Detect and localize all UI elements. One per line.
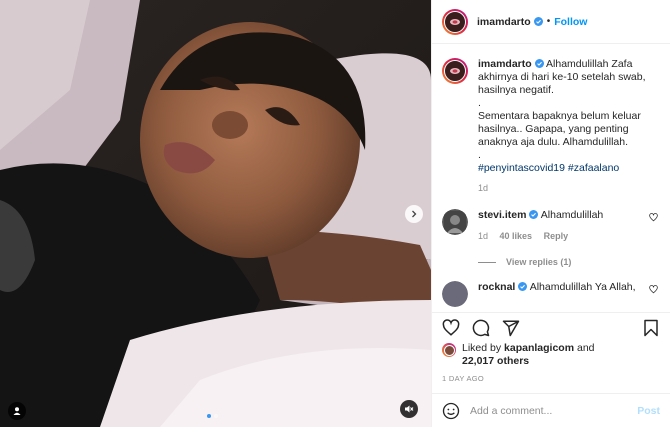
comment-age[interactable]: 1d bbox=[478, 231, 488, 241]
carousel-dot-active bbox=[207, 414, 211, 418]
avatar-photo bbox=[444, 211, 466, 233]
chevron-right-icon bbox=[412, 210, 417, 218]
follow-button[interactable]: Follow bbox=[554, 16, 587, 28]
post-side-panel: imamdarto • Follow imamdarto Alhamdulill… bbox=[431, 0, 670, 427]
comment-text: Alhamdulillah bbox=[540, 209, 604, 221]
logo-icon bbox=[450, 18, 460, 25]
share-icon bbox=[502, 320, 520, 336]
header-separator: • bbox=[546, 16, 551, 27]
carousel-dot bbox=[214, 414, 218, 418]
child-photo bbox=[0, 0, 431, 427]
post-actions bbox=[432, 312, 670, 342]
mute-icon bbox=[405, 405, 414, 413]
caption-line: Sementara bapaknya belum keluar hasilnya… bbox=[478, 110, 641, 148]
caption-line: . bbox=[478, 149, 481, 161]
emoji-button[interactable] bbox=[442, 402, 460, 420]
comment-like-heart-icon[interactable] bbox=[649, 285, 658, 294]
verified-icon bbox=[518, 282, 528, 291]
post-media[interactable] bbox=[0, 0, 431, 427]
heart-icon bbox=[442, 318, 460, 336]
commenter-avatar[interactable] bbox=[442, 209, 468, 235]
tagged-users-button[interactable] bbox=[8, 402, 26, 420]
verified-icon bbox=[533, 17, 543, 26]
comment-likes[interactable]: 40 likes bbox=[500, 231, 533, 241]
user-tag-icon bbox=[13, 407, 21, 415]
post-comment-button[interactable]: Post bbox=[637, 405, 660, 417]
bookmark-icon bbox=[644, 319, 658, 336]
caption-hashtags[interactable]: #penyintascovid19 #zafaalano bbox=[478, 162, 653, 175]
view-replies-label: View replies (1) bbox=[506, 257, 572, 267]
comments-list[interactable]: imamdarto Alhamdulillah Zafa akhirnya di… bbox=[432, 44, 670, 312]
post-date[interactable]: 1 DAY AGO bbox=[442, 374, 484, 383]
comment-button[interactable] bbox=[472, 319, 490, 337]
commenter-username[interactable]: stevi.item bbox=[478, 209, 526, 221]
author-avatar[interactable] bbox=[442, 8, 468, 35]
emoji-icon bbox=[442, 402, 460, 419]
comment-input[interactable] bbox=[470, 404, 638, 417]
comment-item: rocknal Alhamdulillah Ya Allah, bbox=[442, 281, 660, 307]
like-button[interactable] bbox=[442, 318, 460, 337]
caption-line: . bbox=[478, 97, 481, 109]
comment-text: Alhamdulillah Ya Allah, bbox=[529, 281, 636, 293]
share-button[interactable] bbox=[502, 319, 520, 337]
caption-username[interactable]: imamdarto bbox=[478, 58, 532, 70]
likes-prefix: Liked by bbox=[462, 342, 502, 354]
carousel-next-button[interactable] bbox=[405, 205, 423, 223]
divider bbox=[478, 261, 496, 263]
view-replies-button[interactable]: View replies (1) bbox=[478, 257, 660, 267]
likes-others[interactable]: 22,017 others bbox=[462, 355, 529, 367]
commenter-avatar[interactable] bbox=[442, 281, 468, 307]
save-button[interactable] bbox=[642, 319, 660, 337]
author-username[interactable]: imamdarto bbox=[477, 16, 531, 28]
verified-icon bbox=[534, 59, 544, 68]
caption-age[interactable]: 1d bbox=[478, 182, 653, 195]
comment-item: stevi.item Alhamdulillah 1d 40 likes Rep… bbox=[442, 209, 660, 243]
comment-like-heart-icon[interactable] bbox=[649, 213, 658, 222]
post-caption: imamdarto Alhamdulillah Zafa akhirnya di… bbox=[442, 58, 660, 195]
caption-author-avatar[interactable] bbox=[442, 58, 468, 84]
likes-summary: Liked by kapanlagicom and 22,017 others bbox=[442, 342, 595, 368]
commenter-username[interactable]: rocknal bbox=[478, 281, 515, 293]
verified-icon bbox=[529, 210, 539, 219]
logo-icon bbox=[450, 68, 460, 74]
reply-button[interactable]: Reply bbox=[544, 231, 569, 241]
liker-username[interactable]: kapanlagicom bbox=[504, 342, 574, 354]
comment-icon bbox=[472, 319, 490, 336]
add-comment-bar: Post bbox=[432, 393, 670, 427]
carousel-indicator bbox=[207, 414, 218, 418]
post-header: imamdarto • Follow bbox=[432, 0, 670, 44]
likes-and: and bbox=[576, 342, 595, 354]
mute-button[interactable] bbox=[400, 400, 418, 418]
liker-avatar[interactable] bbox=[442, 343, 456, 357]
